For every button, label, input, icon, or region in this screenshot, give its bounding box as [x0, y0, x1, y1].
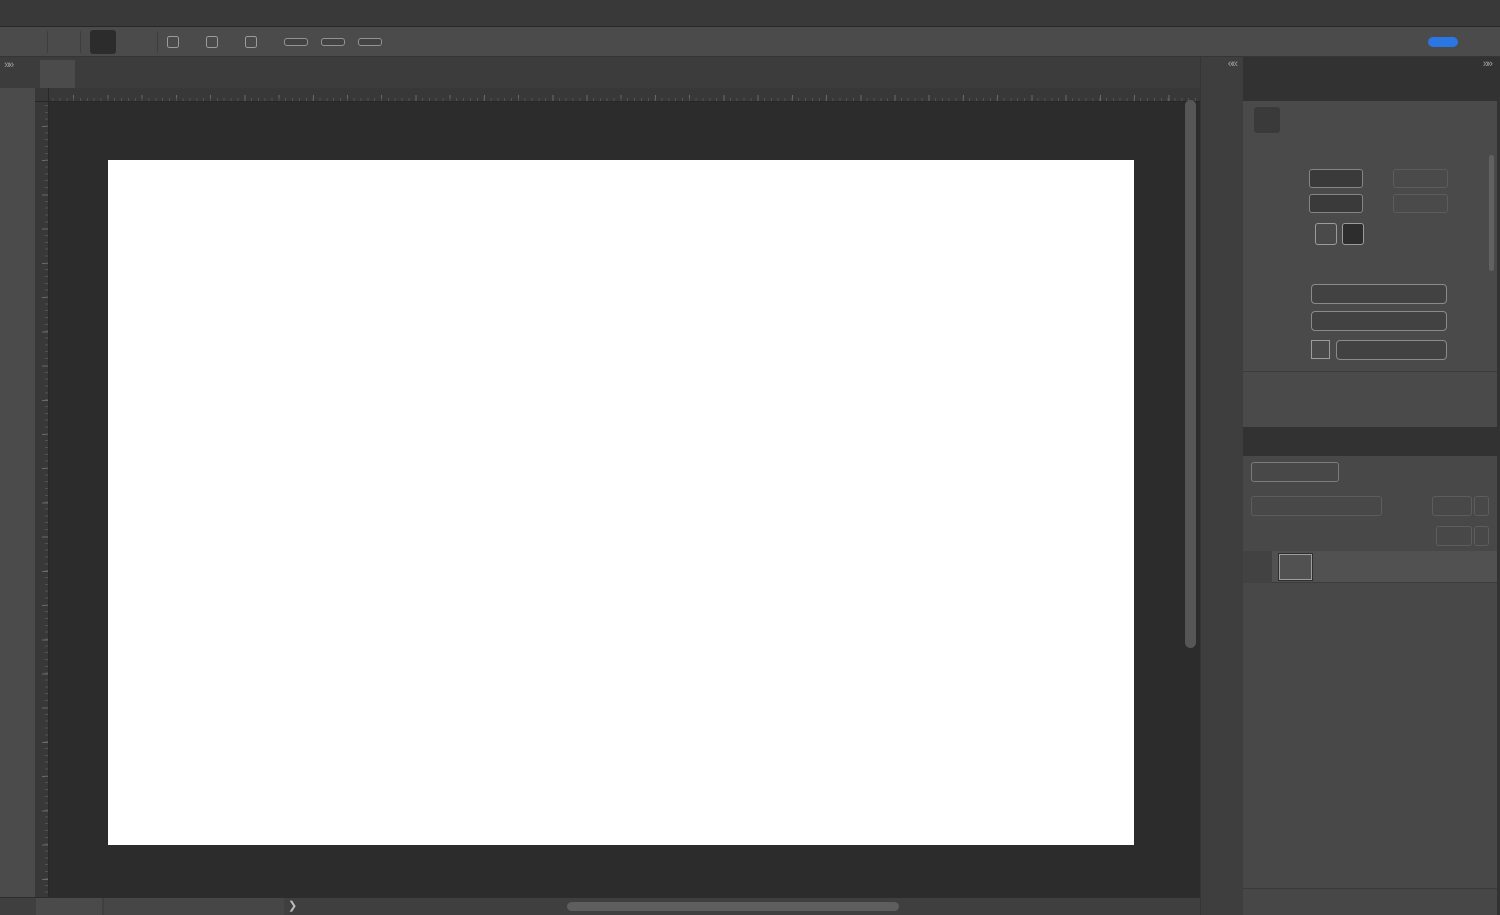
vertical-scrollbar[interactable] — [1185, 100, 1196, 648]
collapse-panels-icon[interactable]: »» — [1483, 58, 1491, 70]
vertical-ruler[interactable] — [35, 102, 49, 897]
ruler-origin-corner[interactable] — [35, 88, 49, 102]
layer-filter-kind-select[interactable] — [1251, 462, 1339, 482]
layers-panel — [1243, 456, 1497, 915]
collapsed-panel-strip: «« — [1200, 57, 1243, 915]
resize-windows-checkbox[interactable] — [167, 36, 186, 48]
scrubby-zoom-checkbox[interactable] — [245, 36, 264, 48]
zoom-window-button[interactable] — [47, 7, 60, 20]
vertical-guide[interactable] — [331, 100, 333, 897]
zoom-in-button[interactable] — [90, 30, 116, 54]
y-input[interactable] — [1393, 194, 1448, 213]
properties-panel — [1243, 101, 1497, 427]
titlebar — [0, 0, 1500, 27]
status-zoom-field[interactable] — [36, 898, 102, 915]
horizontal-ruler[interactable] — [35, 88, 1200, 102]
zoom-level-field[interactable] — [284, 38, 308, 46]
status-doc-info — [104, 898, 284, 915]
layer-row-background[interactable] — [1243, 551, 1497, 583]
color-mode-select[interactable] — [1311, 284, 1447, 304]
fit-screen-button[interactable] — [321, 38, 345, 46]
close-window-button[interactable] — [7, 7, 20, 20]
zoom-out-button[interactable] — [122, 30, 148, 54]
checkbox-icon — [206, 36, 218, 48]
opacity-value[interactable] — [1432, 496, 1472, 516]
layer-thumbnail[interactable] — [1279, 554, 1312, 580]
width-input[interactable] — [1309, 169, 1363, 188]
fill-stepper[interactable] — [1474, 526, 1489, 546]
expand-panels-icon[interactable]: «« — [1228, 58, 1236, 70]
tool-column — [0, 88, 35, 897]
photoshop-window: »» «« »» — [0, 0, 1500, 915]
properties-scrollbar[interactable] — [1489, 155, 1494, 271]
horizontal-scrollbar[interactable] — [567, 902, 899, 911]
zoom-all-windows-checkbox[interactable] — [206, 36, 225, 48]
checkbox-icon — [245, 36, 257, 48]
options-bar — [0, 27, 1500, 57]
fill-value[interactable] — [1436, 526, 1472, 546]
minimize-window-button[interactable] — [27, 7, 40, 20]
home-button[interactable] — [12, 30, 38, 54]
fill-select[interactable] — [1336, 340, 1447, 360]
blend-mode-select[interactable] — [1251, 496, 1382, 516]
portrait-orientation-button[interactable] — [1315, 223, 1337, 245]
layers-bottom-toolbar — [1243, 888, 1497, 915]
status-options-chevron[interactable]: ❯ — [288, 899, 297, 912]
bit-depth-select[interactable] — [1311, 311, 1447, 331]
height-input[interactable] — [1309, 194, 1363, 213]
canvas-area — [35, 88, 1200, 897]
document-tab[interactable] — [40, 60, 75, 88]
landscape-orientation-button[interactable] — [1342, 223, 1364, 245]
right-panel-column: »» — [1243, 57, 1500, 915]
document-tab-bar: »» — [0, 57, 1200, 88]
tab-overflow-icon[interactable]: »» — [4, 59, 12, 71]
document-type-icon — [1254, 107, 1280, 133]
x-input[interactable] — [1393, 169, 1448, 188]
status-bar: ❯ — [0, 897, 1200, 915]
horizontal-guide[interactable] — [49, 334, 1181, 336]
fill-color-swatch[interactable] — [1311, 340, 1330, 359]
document-canvas[interactable] — [108, 160, 1134, 845]
opacity-stepper[interactable] — [1474, 496, 1489, 516]
fill-screen-button[interactable] — [358, 38, 382, 46]
share-button[interactable] — [1428, 37, 1458, 47]
checkbox-icon — [167, 36, 179, 48]
